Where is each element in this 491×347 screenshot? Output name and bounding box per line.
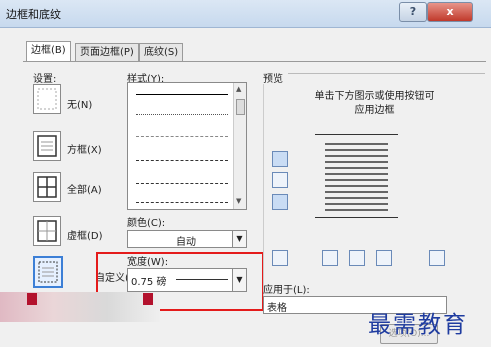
color-label: 颜色(C): — [127, 218, 166, 229]
scroll-down-icon[interactable]: ▼ — [236, 197, 241, 205]
preview-document[interactable] — [315, 134, 398, 218]
border-top-icon[interactable] — [272, 151, 288, 167]
setting-box-icon[interactable] — [33, 131, 61, 161]
preview-hint-line1: 单击下方图示或使用按钮可 — [314, 91, 435, 102]
redaction-mark — [27, 293, 37, 305]
section-divider — [263, 84, 264, 314]
style-line-dash-dot[interactable] — [136, 183, 228, 184]
border-left-icon[interactable] — [322, 250, 338, 266]
scroll-thumb[interactable] — [236, 99, 245, 115]
tab-divider — [23, 61, 486, 62]
color-dropdown-icon[interactable]: ▼ — [232, 231, 246, 247]
style-scrollbar[interactable]: ▲ ▼ — [233, 83, 246, 209]
setting-box-label[interactable]: 方框(X) — [67, 141, 102, 156]
title-bar: 边框和底纹 ? x — [0, 0, 491, 28]
color-value: 自动 — [176, 237, 196, 248]
watermark: 最需教育 — [368, 312, 468, 338]
border-middle-icon[interactable] — [272, 172, 288, 188]
preview-label: 预览 — [263, 74, 283, 85]
style-list[interactable]: ▲ ▼ — [127, 82, 247, 210]
border-bottom-icon[interactable] — [272, 194, 288, 210]
preview-hint-line2: 应用边框 — [354, 105, 395, 116]
setting-grid-icon[interactable] — [33, 216, 61, 246]
tab-shading[interactable]: 底纹(S) — [139, 43, 184, 62]
setting-none-label[interactable]: 无(N) — [67, 96, 92, 111]
border-diagonal-up-icon[interactable] — [429, 250, 445, 266]
border-diagonal-down-icon[interactable] — [272, 250, 288, 266]
scroll-up-icon[interactable]: ▲ — [236, 85, 241, 93]
tab-borders[interactable]: 边框(B) — [26, 41, 71, 62]
setting-all-icon[interactable] — [33, 172, 61, 202]
help-button[interactable]: ? — [399, 2, 427, 22]
setting-custom-icon[interactable] — [33, 256, 63, 288]
border-right-icon[interactable] — [376, 250, 392, 266]
color-combo[interactable]: 自动 ▼ — [127, 230, 247, 248]
setting-all-label[interactable]: 全部(A) — [67, 181, 102, 196]
style-line-dashed[interactable] — [136, 160, 228, 161]
tab-page-border[interactable]: 页面边框(P) — [75, 43, 139, 62]
setting-grid-label[interactable]: 虚框(D) — [67, 227, 103, 242]
border-center-icon[interactable] — [349, 250, 365, 266]
preview-rule — [288, 73, 485, 74]
style-line-dash-dot-dot[interactable] — [136, 202, 228, 203]
apply-to-value: 表格 — [267, 303, 287, 314]
style-line-solid[interactable] — [136, 94, 228, 95]
redaction-mark — [143, 293, 153, 305]
setting-none-icon[interactable] — [33, 84, 61, 114]
setting-label: 设置: — [33, 74, 57, 85]
redacted-region — [0, 292, 160, 322]
style-line-dotted[interactable] — [136, 114, 228, 115]
dialog-title: 边框和底纹 — [6, 8, 61, 21]
apply-to-label: 应用于(L): — [263, 285, 310, 296]
style-line-dashed-fine[interactable] — [136, 136, 228, 137]
close-button[interactable]: x — [427, 2, 473, 22]
